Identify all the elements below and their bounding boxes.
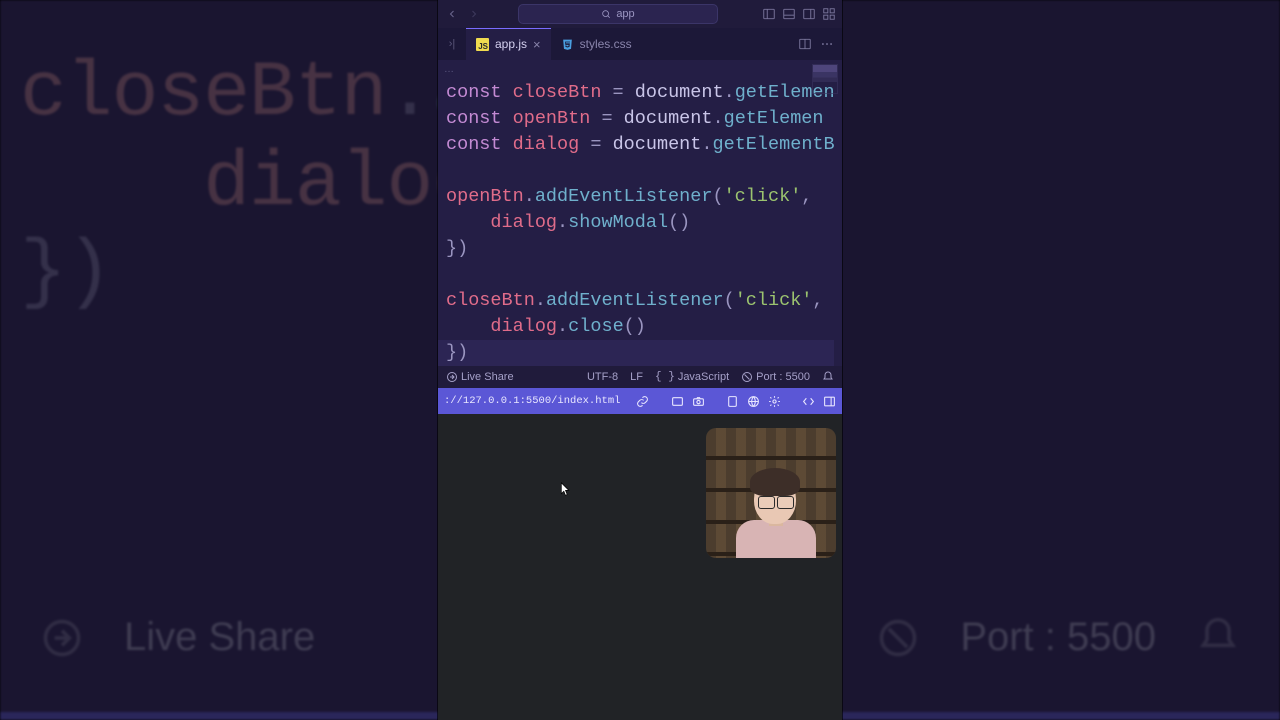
- code-editor[interactable]: … const closeBtn = document.getElemen co…: [438, 60, 842, 366]
- javascript-file-icon: JS: [476, 38, 489, 51]
- live-share-button[interactable]: Live Share: [446, 371, 514, 383]
- live-server-port[interactable]: Port : 5500: [741, 371, 810, 383]
- globe-icon[interactable]: [747, 395, 760, 408]
- more-actions-icon[interactable]: [820, 37, 834, 51]
- editor-window: app ›| JS app.js × styles.css … const cl…: [438, 0, 842, 720]
- panel-toggle-icon[interactable]: [823, 395, 836, 408]
- tab-filename: styles.css: [580, 37, 632, 51]
- tab-overflow-indicator[interactable]: ›|: [438, 28, 466, 60]
- split-editor-icon[interactable]: [798, 37, 812, 51]
- code-content: const closeBtn = document.getElemen cons…: [438, 78, 842, 366]
- title-bar: app: [438, 0, 842, 28]
- device-icon[interactable]: [726, 395, 739, 408]
- layout-sidebar-right-icon[interactable]: [802, 7, 816, 21]
- person-silhouette: [736, 470, 816, 558]
- tab-app-js[interactable]: JS app.js ×: [466, 28, 551, 60]
- settings-icon[interactable]: [768, 395, 781, 408]
- camera-icon[interactable]: [692, 395, 705, 408]
- bg-port-label: Port : 5500: [960, 615, 1156, 660]
- minimap[interactable]: [812, 64, 838, 94]
- tab-styles-css[interactable]: styles.css: [551, 28, 642, 60]
- layout-panel-bottom-icon[interactable]: [782, 7, 796, 21]
- encoding-indicator[interactable]: UTF-8: [587, 371, 618, 383]
- webcam-overlay: [706, 428, 836, 558]
- mouse-cursor-icon: [560, 482, 571, 497]
- css-file-icon: [561, 38, 574, 51]
- link-icon[interactable]: [636, 395, 649, 408]
- language-mode[interactable]: { } JavaScript: [655, 371, 729, 383]
- layout-sidebar-left-icon[interactable]: [762, 7, 776, 21]
- bg-live-share-label: Live Share: [124, 615, 315, 660]
- browser-preview-pane[interactable]: [438, 414, 842, 720]
- command-center-search[interactable]: app: [518, 4, 718, 24]
- tab-filename: app.js: [495, 37, 527, 51]
- tab-bar: ›| JS app.js × styles.css: [438, 28, 842, 60]
- url-display[interactable]: ://127.0.0.1:5500/index.html: [444, 395, 620, 407]
- screenshot-icon[interactable]: [671, 395, 684, 408]
- notifications-icon[interactable]: [822, 371, 834, 383]
- close-tab-icon[interactable]: ×: [533, 37, 541, 52]
- layout-grid-icon[interactable]: [822, 7, 836, 21]
- devtools-icon[interactable]: [802, 395, 815, 408]
- browser-toolbar: ://127.0.0.1:5500/index.html: [438, 388, 842, 414]
- nav-forward-icon[interactable]: [466, 6, 482, 22]
- editor-status-bar: Live Share UTF-8 LF { } JavaScript Port …: [438, 366, 842, 388]
- search-text: app: [616, 8, 634, 20]
- eol-indicator[interactable]: LF: [630, 371, 643, 383]
- nav-back-icon[interactable]: [444, 6, 460, 22]
- breadcrumb[interactable]: …: [438, 60, 842, 78]
